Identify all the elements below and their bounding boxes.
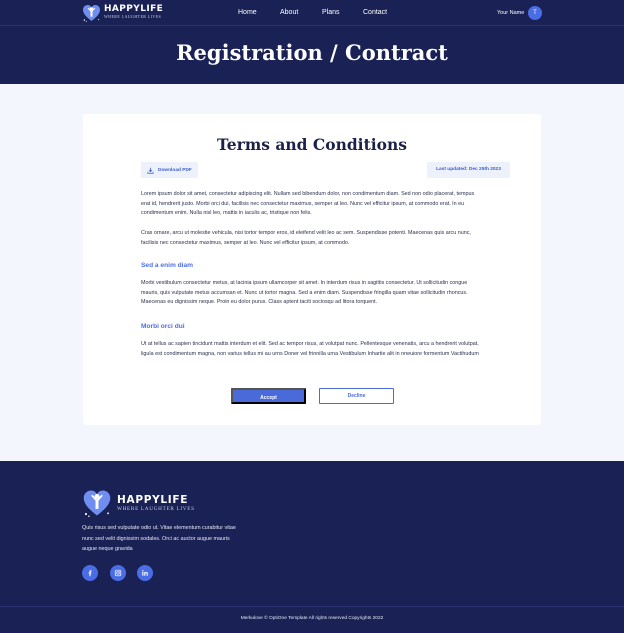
brand-logo[interactable]: HAPPYLIFE WHERE LAUGHTER LIVES — [82, 4, 163, 22]
avatar[interactable]: T — [528, 6, 542, 20]
section-heading: Sed a enim diam — [141, 262, 194, 269]
instagram-link[interactable] — [110, 565, 126, 581]
footer-brand-logo[interactable]: HAPPYLIFE WHERE LAUGHTER LIVES — [82, 489, 195, 517]
linkedin-link[interactable] — [137, 565, 153, 581]
heart-person-icon — [82, 4, 101, 22]
footer-brand-name: HAPPYLIFE — [117, 493, 189, 506]
footer-divider — [0, 606, 624, 607]
terms-paragraph: Ut at tellus ac sapien tincidunt mattis … — [141, 341, 479, 357]
facebook-link[interactable] — [82, 565, 98, 581]
section-heading: Morbi orci dui — [141, 323, 185, 330]
nav-item-contact[interactable]: Contact — [363, 9, 387, 16]
decline-button[interactable]: Decline — [319, 388, 394, 404]
user-name[interactable]: Your Name — [497, 10, 524, 16]
download-pdf-label: Download PDF — [158, 167, 192, 173]
download-icon — [147, 167, 154, 174]
page-title: Registration / Contract — [176, 40, 448, 65]
brand-tagline: WHERE LAUGHTER LIVES — [104, 14, 162, 19]
nav-item-home[interactable]: Home — [238, 9, 257, 16]
copyright-text: Merkulove © OptiOne Template All rights … — [240, 616, 384, 621]
footer-brand-tagline: WHERE LAUGHTER LIVES — [117, 505, 195, 512]
terms-paragraph: Lorem ipsum dolor sit amet, consectetur … — [141, 191, 475, 216]
footer-description: Quis risus sed vulputate odio ut. Vitae … — [82, 525, 236, 552]
facebook-icon — [88, 570, 92, 577]
linkedin-icon — [142, 570, 148, 576]
heart-person-icon — [83, 490, 111, 517]
nav-item-plans[interactable]: Plans — [322, 9, 340, 16]
accept-button[interactable]: Accept — [231, 388, 306, 404]
terms-card — [83, 114, 541, 425]
download-pdf-button[interactable]: Download PDF — [141, 162, 198, 178]
site-header: HAPPYLIFE WHERE LAUGHTER LIVES Home Abou… — [0, 0, 624, 84]
nav-item-about[interactable]: About — [280, 9, 298, 16]
terms-title: Terms and Conditions — [217, 135, 407, 154]
terms-paragraph: Morbi vestibulum consectetur metus, at l… — [141, 280, 468, 305]
brand-name: HAPPYLIFE — [104, 4, 164, 14]
terms-paragraph: Cras ornare, arcu ut molestie vehicula, … — [141, 230, 471, 246]
last-updated-badge: Last updated: Dec 25th 2023 — [427, 162, 510, 178]
instagram-icon — [114, 569, 122, 577]
